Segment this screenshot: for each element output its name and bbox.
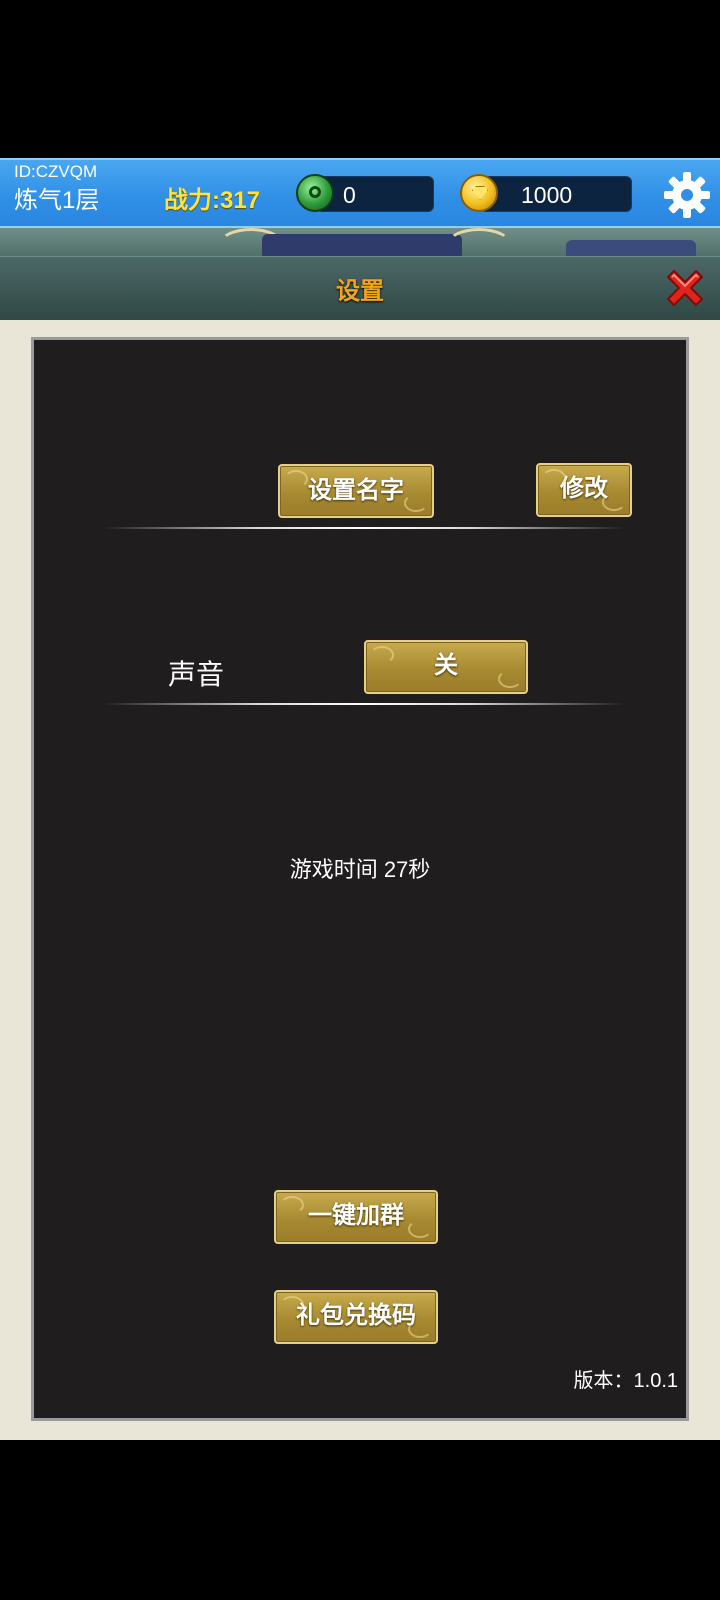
divider bbox=[104, 703, 624, 705]
settings-dialog-header: 设置 bbox=[0, 256, 720, 322]
decor-curl bbox=[446, 228, 512, 256]
gold-value: 1000 bbox=[521, 182, 573, 208]
background-button bbox=[566, 240, 696, 256]
play-time-text: 游戏时间 27秒 bbox=[289, 857, 431, 882]
gold-currency-box: 1000 bbox=[480, 176, 632, 212]
gear-icon[interactable] bbox=[662, 170, 712, 220]
player-id: ID:CZVQM bbox=[14, 162, 98, 181]
sound-label: 声音 bbox=[168, 659, 225, 690]
divider bbox=[104, 527, 624, 529]
jade-value: 0 bbox=[343, 182, 356, 208]
settings-panel: 设置名字 修改 声音 关 游戏时间 27秒 一键加群 礼包兑换码 版本：1.0.… bbox=[31, 337, 689, 1421]
version-text: 版本：1.0.1 bbox=[573, 1370, 678, 1392]
sound-toggle-button[interactable]: 关 bbox=[364, 640, 528, 694]
combat-power: 战力:317 bbox=[164, 187, 261, 214]
background-location-strip bbox=[0, 228, 720, 256]
jade-currency-icon bbox=[296, 174, 334, 212]
set-name-button[interactable]: 设置名字 bbox=[278, 464, 434, 518]
location-banner bbox=[262, 234, 462, 256]
modify-name-button[interactable]: 修改 bbox=[536, 463, 632, 517]
gift-code-button[interactable]: 礼包兑换码 bbox=[274, 1290, 438, 1344]
gold-coin-icon bbox=[460, 174, 498, 212]
close-icon[interactable] bbox=[662, 265, 708, 311]
status-bar: ID:CZVQM 炼气1层 战力:317 0 1000 bbox=[0, 158, 720, 228]
player-realm: 炼气1层 bbox=[14, 187, 100, 214]
dialog-title: 设置 bbox=[336, 278, 384, 305]
join-group-button[interactable]: 一键加群 bbox=[274, 1190, 438, 1244]
